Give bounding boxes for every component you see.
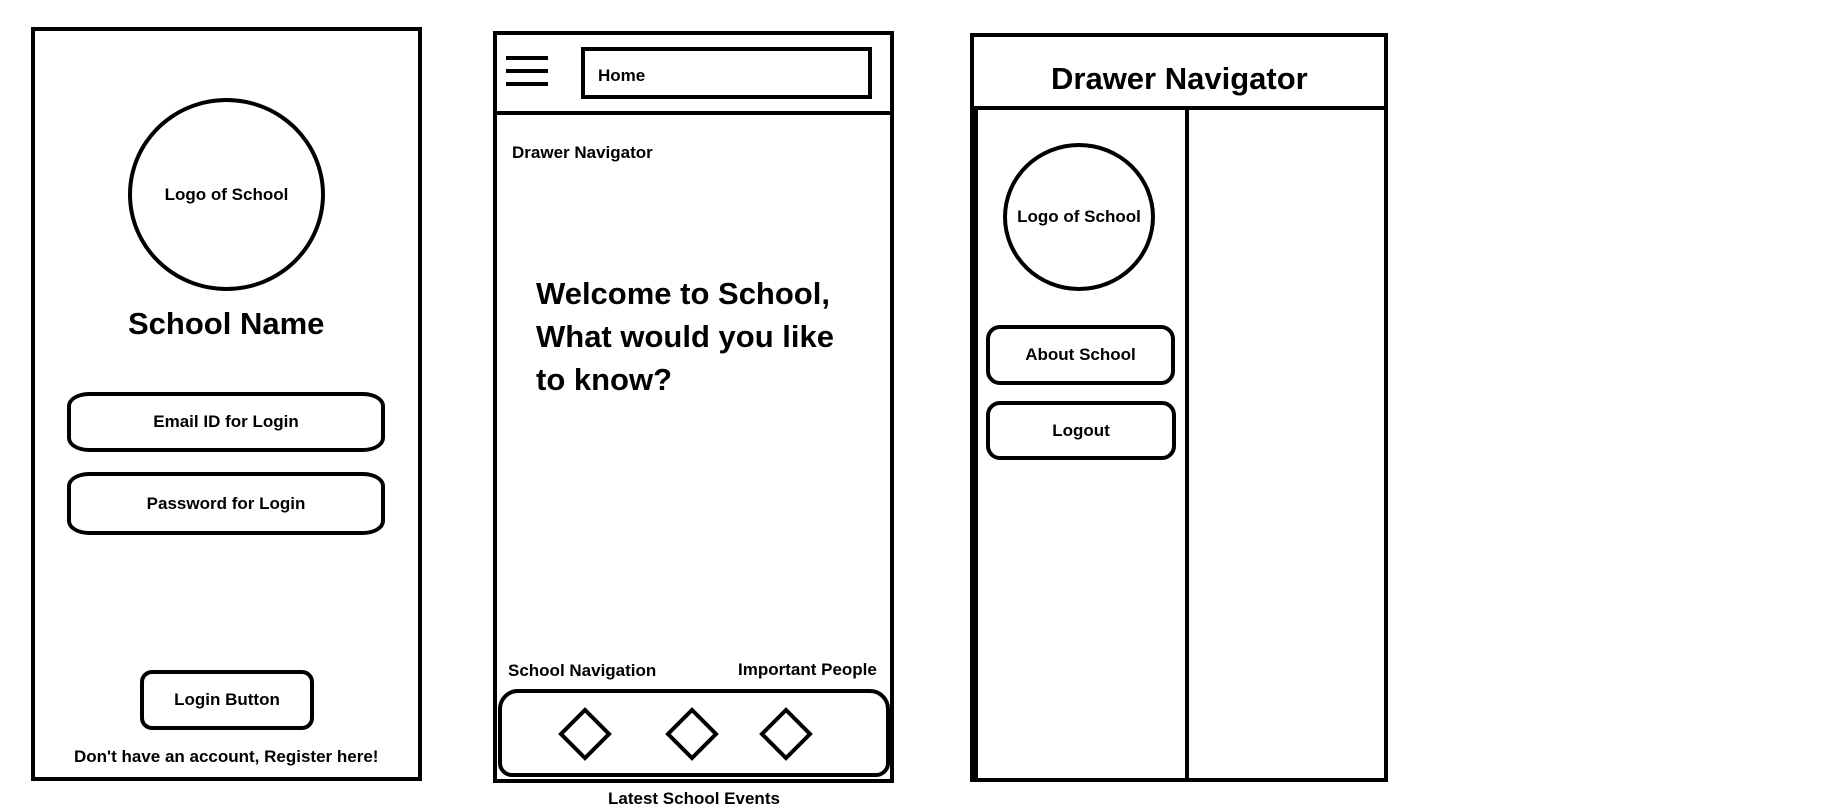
home-header-divider: [493, 111, 894, 115]
login-button[interactable]: Login Button: [140, 670, 314, 730]
school-navigation-label: School Navigation: [508, 661, 657, 680]
hamburger-menu-icon[interactable]: [506, 56, 548, 88]
login-button-label: Login Button: [174, 690, 280, 709]
password-field[interactable]: Password for Login: [67, 472, 385, 535]
drawer-school-logo: Logo of School: [1003, 143, 1155, 291]
school-logo-label: Logo of School: [164, 184, 289, 204]
register-link[interactable]: Don't have an account, Register here!: [74, 747, 378, 767]
welcome-message: Welcome to School, What would you like t…: [536, 272, 834, 401]
email-field-label: Email ID for Login: [153, 412, 299, 431]
welcome-line-1: Welcome to School,: [536, 276, 830, 311]
school-name-title: School Name: [128, 306, 325, 341]
home-title: Home: [598, 66, 646, 85]
welcome-line-3: to know?: [536, 362, 673, 397]
welcome-line-2: What would you like: [536, 319, 834, 354]
about-school-label: About School: [1025, 345, 1136, 364]
home-title-box: Home: [581, 47, 872, 99]
drawer-navigator-label[interactable]: Drawer Navigator: [512, 143, 653, 163]
about-school-button[interactable]: About School: [986, 325, 1175, 385]
password-field-label: Password for Login: [146, 493, 306, 513]
logout-label: Logout: [1052, 420, 1110, 440]
drawer-title: Drawer Navigator: [1051, 61, 1308, 96]
logout-button[interactable]: Logout: [986, 401, 1176, 460]
email-field[interactable]: Email ID for Login: [67, 392, 385, 452]
important-people-label: Important People: [738, 660, 877, 679]
drawer-school-logo-label: Logo of School: [1017, 207, 1141, 226]
latest-events-caption: Latest School Events: [608, 789, 780, 808]
school-logo: Logo of School: [128, 98, 325, 291]
